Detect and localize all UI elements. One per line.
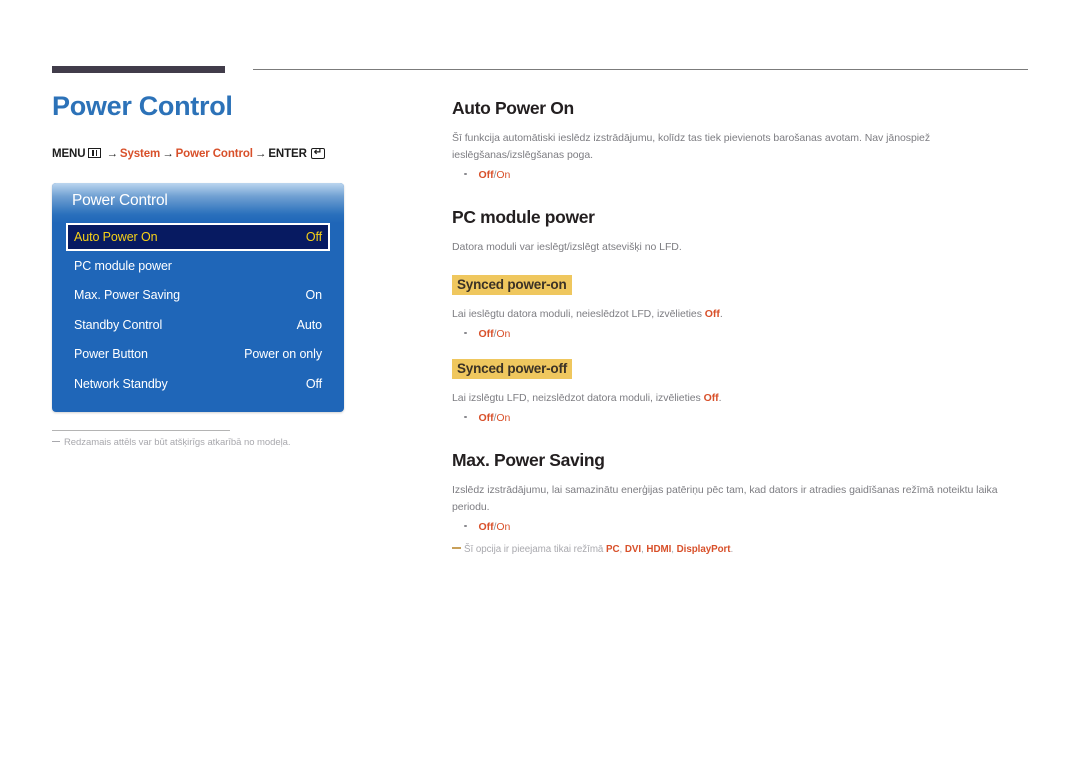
section-body-max-power-saving: Izslēdz izstrādājumu, lai samazinātu ene… [452,484,998,513]
osd-row-auto-power-on[interactable]: Auto Power On Off [66,223,330,251]
option-on: On [496,412,511,424]
osd-row-power-button[interactable]: Power Button Power on only [66,340,330,370]
section-body-synced-power-off: Lai izslēgtu LFD, neizslēdzot datora mod… [452,390,1030,407]
option-off: Off [478,521,494,533]
footnote-divider [52,430,230,431]
header-rule-thin [253,69,1028,70]
section-body-pc-module-power: Datora moduli var ieslēgt/izslēgt atsevi… [452,241,682,253]
note-mode-pc: PC [606,544,620,555]
manual-page: Power Control MENU → System → Power Control →… [0,0,1080,763]
option-list-synced-power-off: Off/On [452,412,1030,424]
synced-off-highlight: Off [703,392,719,404]
breadcrumb-arrow-3: → [254,147,267,160]
osd-header: Power Control [52,183,344,223]
osd-row-standby-control[interactable]: Standby Control Auto [66,310,330,340]
subheading-synced-power-off: Synced power-off [452,359,573,379]
osd-row-value: Off [305,376,322,391]
synced-on-text-pre: Lai ieslēgtu datora moduli, neieslēdzot … [452,308,705,320]
bullet-dot-icon [464,415,467,418]
option-off: Off [478,328,494,340]
section-title-auto-power-on: Auto Power On [452,98,574,118]
breadcrumb: MENU → System → Power Control → ENTER ↵ [52,147,412,160]
menu-grid-icon [88,147,102,158]
osd-row-label: Max. Power Saving [74,288,180,303]
subheading-synced-power-on: Synced power-on [452,275,572,295]
breadcrumb-enter-label: ENTER [268,147,307,160]
page-title: Power Control [52,91,233,121]
section-title-pc-module-power: PC module power [452,207,595,227]
osd-footnote: Redzamais attēls var būt atšķirīgs atkar… [52,437,392,448]
osd-title: Power Control [72,192,168,209]
osd-row-value: On [305,288,323,303]
section-body-auto-power-on: Šī funkcija automātiski ieslēdz izstrādā… [452,132,931,161]
note-dash-icon [452,547,461,549]
bullet-dot-icon [464,172,467,175]
synced-on-text-post: . [719,308,723,320]
osd-panel: Power Control Auto Power On Off PC modul… [52,183,344,412]
osd-row-value: Auto [296,317,322,332]
note-mode-hdmi: HDMI [646,544,672,555]
osd-row-value: Off [305,230,322,244]
osd-row-label: Power Button [74,347,148,362]
option-list-max-power-saving: Off/On [452,521,1030,533]
bullet-dot-icon [464,524,467,527]
footnote-dash-icon [52,440,60,442]
note-text-post: . [730,544,734,555]
section-title-max-power-saving: Max. Power Saving [452,450,605,470]
osd-row-label: PC module power [74,258,172,273]
synced-off-text-pre: Lai izslēgtu LFD, neizslēdzot datora mod… [452,392,704,404]
osd-row-list: Auto Power On Off PC module power Max. P… [52,223,344,399]
osd-row-label: Auto Power On [74,230,158,244]
section-body-synced-power-on: Lai ieslēgtu datora moduli, neieslēdzot … [452,306,1030,323]
breadcrumb-arrow-1: → [106,147,118,160]
osd-row-network-standby[interactable]: Network Standby Off [66,369,330,399]
header-rule-thick [52,66,225,73]
option-off: Off [478,412,494,424]
enter-key-icon: ↵ [310,147,325,159]
option-off: Off [478,169,494,181]
osd-row-pc-module-power[interactable]: PC module power [66,251,330,281]
breadcrumb-menu-label: MENU [52,147,86,160]
section-note-max-power-saving: Šī opcija ir pieejama tikai režīmā PC, D… [452,544,1030,555]
osd-footnote-text: Redzamais attēls var būt atšķirīgs atkar… [64,437,291,448]
synced-off-text-post: . [718,392,722,404]
synced-on-highlight: Off [704,308,720,320]
breadcrumb-step-power-control: Power Control [175,147,253,160]
note-text-pre: Šī opcija ir pieejama tikai režīmā [464,544,606,555]
left-column: Power Control MENU → System → Power Control →… [52,91,412,160]
bullet-dot-icon [464,331,467,334]
option-list-synced-power-on: Off/On [452,328,1030,340]
breadcrumb-arrow-2: → [162,147,174,160]
option-list-auto-power-on: Off/On [452,169,1030,181]
osd-row-max-power-saving[interactable]: Max. Power Saving On [66,281,330,311]
osd-row-label: Standby Control [74,317,163,332]
option-on: On [496,169,511,181]
note-mode-dvi: DVI [624,544,642,555]
breadcrumb-step-system: System [119,147,161,160]
option-on: On [496,521,511,533]
osd-row-label: Network Standby [74,376,168,391]
option-on: On [496,328,511,340]
osd-row-value: Power on only [244,347,322,362]
note-mode-displayport: DisplayPort [676,544,731,555]
right-column: Auto Power On Šī funkcija automātiski ie… [452,98,1030,555]
